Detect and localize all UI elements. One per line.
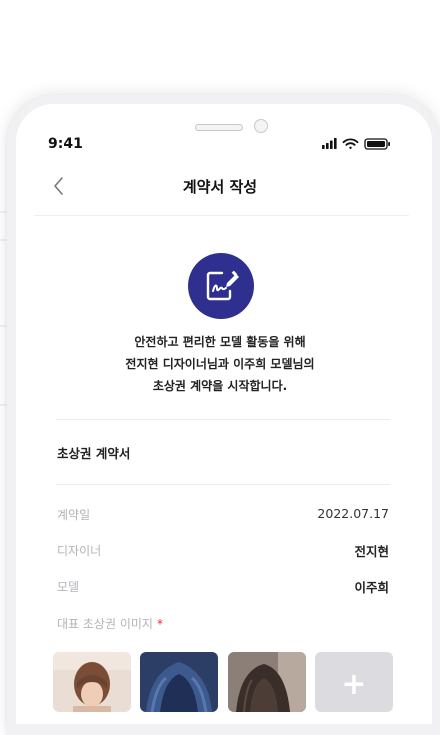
signal-icon	[322, 138, 337, 149]
front-camera	[254, 119, 268, 133]
status-icons	[322, 138, 390, 150]
portrait-thumbnail[interactable]	[140, 652, 218, 712]
status-time: 9:41	[48, 136, 83, 152]
section-divider	[56, 484, 390, 485]
contract-date-label: 계약일	[57, 508, 91, 522]
model-value: 이주희	[354, 580, 389, 595]
page-title: 계약서 작성	[182, 178, 258, 196]
designer-value: 전지현	[354, 544, 389, 559]
intro-line: 전지현 디자이너님과 이주희 모델님의	[125, 357, 315, 371]
model-label: 모델	[57, 580, 80, 594]
section-title: 초상권 계약서	[57, 446, 131, 461]
intro-text: 안전하고 편리한 모델 활동을 위해 전지현 디자이너님과 이주희 모델님의 초…	[0, 331, 440, 397]
portrait-thumbnail[interactable]	[53, 652, 131, 712]
contract-date-value: 2022.07.17	[317, 506, 389, 521]
contract-sign-icon	[206, 270, 239, 301]
image-label-text: 대표 초상권 이미지	[57, 617, 153, 631]
intro-line: 초상권 계약을 시작합니다.	[152, 379, 288, 393]
speaker-grille	[195, 124, 243, 131]
wifi-icon	[342, 138, 359, 149]
plus-icon: +	[341, 667, 367, 702]
designer-label: 디자이너	[57, 544, 102, 558]
section-divider	[56, 419, 390, 420]
add-image-button[interactable]: +	[315, 652, 393, 712]
contract-sign-badge	[188, 253, 254, 319]
portrait-thumbnail[interactable]	[228, 652, 306, 712]
required-mark: *	[156, 617, 163, 631]
image-label: 대표 초상권 이미지 *	[57, 615, 163, 632]
intro-line: 안전하고 편리한 모델 활동을 위해	[134, 335, 306, 349]
battery-icon	[364, 138, 390, 150]
header-divider	[34, 215, 409, 216]
